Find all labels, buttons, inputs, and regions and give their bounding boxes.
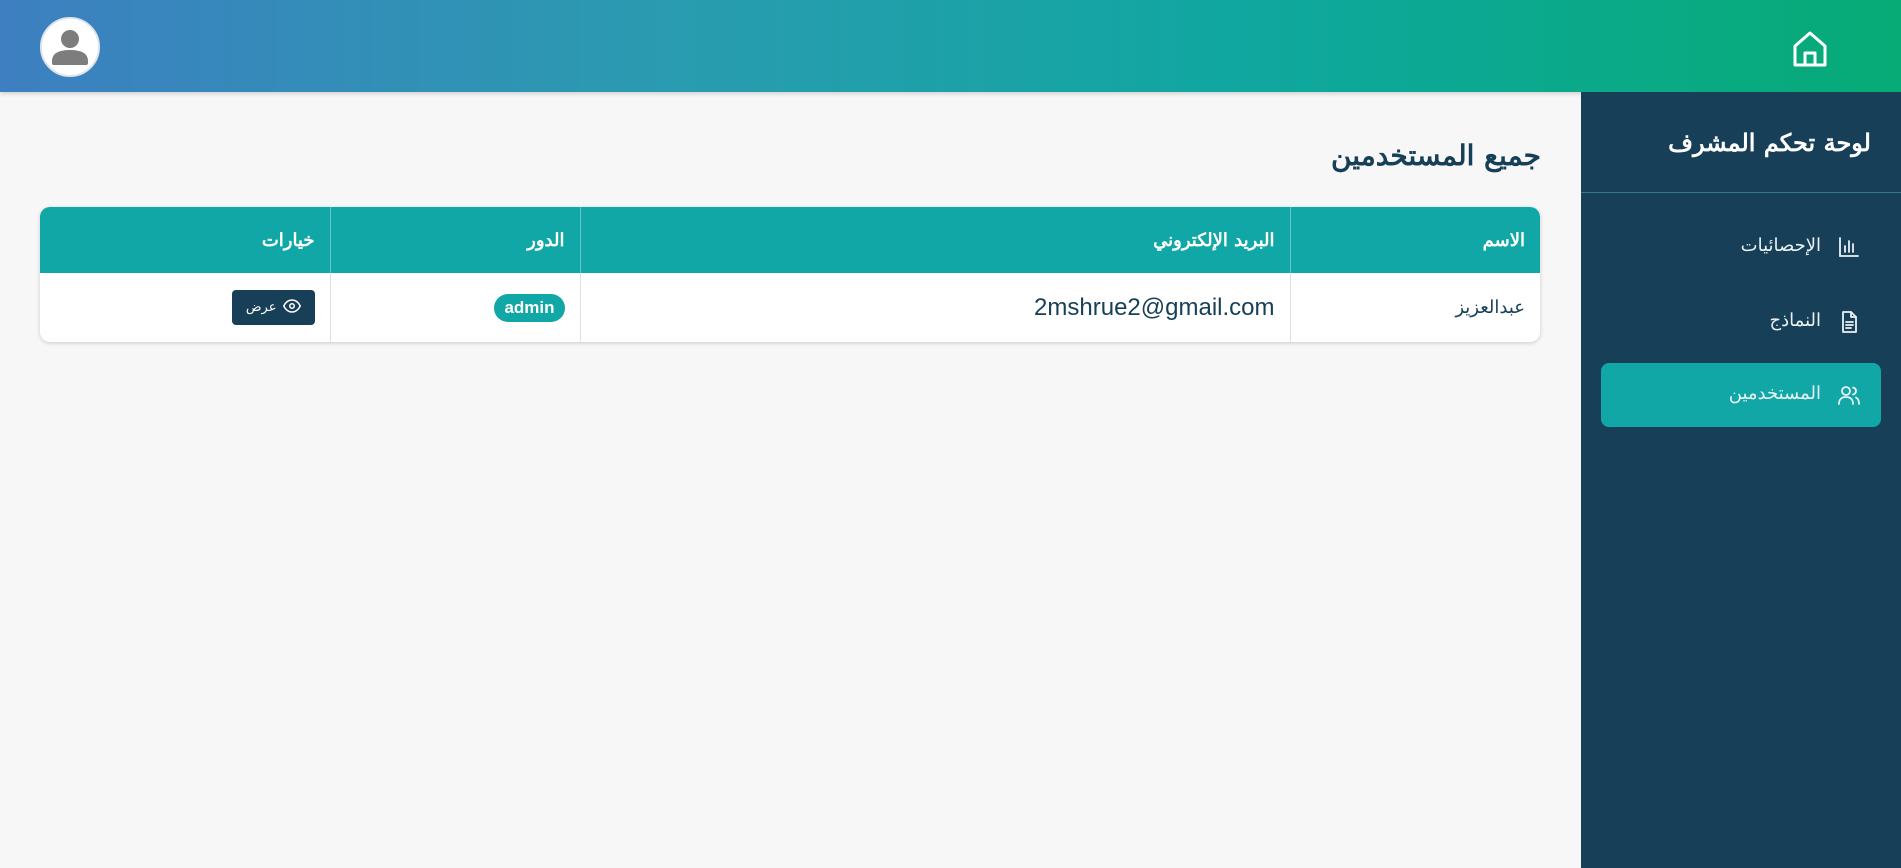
users-icon [1837,383,1861,407]
sidebar-item-forms[interactable]: النماذج [1601,290,1881,354]
page-title: جميع المستخدمين [1330,139,1541,172]
role-badge: admin [494,293,565,322]
bar-chart-icon [1837,235,1861,259]
view-user-button[interactable]: عرض [231,290,315,325]
sidebar-item-label: النماذج [1769,310,1821,331]
home-icon[interactable] [1789,28,1831,70]
sidebar-item-label: الإحصائيات [1740,235,1821,256]
user-role-cell: admin [329,273,580,342]
user-avatar-icon[interactable] [40,17,100,77]
column-header-name: الاسم [1289,207,1540,273]
column-header-email: البريد الإلكتروني [579,207,1290,273]
sidebar-divider [1581,192,1901,193]
sidebar-title: لوحة تحكم المشرف [1668,128,1871,157]
sidebar-item-users[interactable]: المستخدمين [1601,363,1881,427]
sidebar-item-label: المستخدمين [1728,383,1821,404]
table-header-row: الاسم البريد الإلكتروني الدور خيارات [40,207,1540,273]
view-button-label: عرض [245,300,277,315]
users-table-container: الاسم البريد الإلكتروني الدور خيارات عبد… [40,207,1540,342]
user-email-cell: 2mshrue2@gmail.com [579,273,1290,342]
column-header-options: خيارات [261,229,315,251]
users-table: الاسم البريد الإلكتروني الدور خيارات عبد… [40,207,1540,342]
column-header-role: الدور [329,207,580,273]
eye-icon [282,297,301,319]
user-name-cell: عبدالعزيز [1289,273,1540,342]
top-header [0,0,1901,92]
document-icon [1837,310,1861,334]
sidebar: لوحة تحكم المشرف الإحصائيات النماذج المس… [1581,92,1901,868]
user-options-cell: عرض [40,273,330,342]
table-row: عبدالعزيز 2mshrue2@gmail.com admin عرض [40,273,1540,342]
sidebar-item-statistics[interactable]: الإحصائيات [1601,215,1881,279]
